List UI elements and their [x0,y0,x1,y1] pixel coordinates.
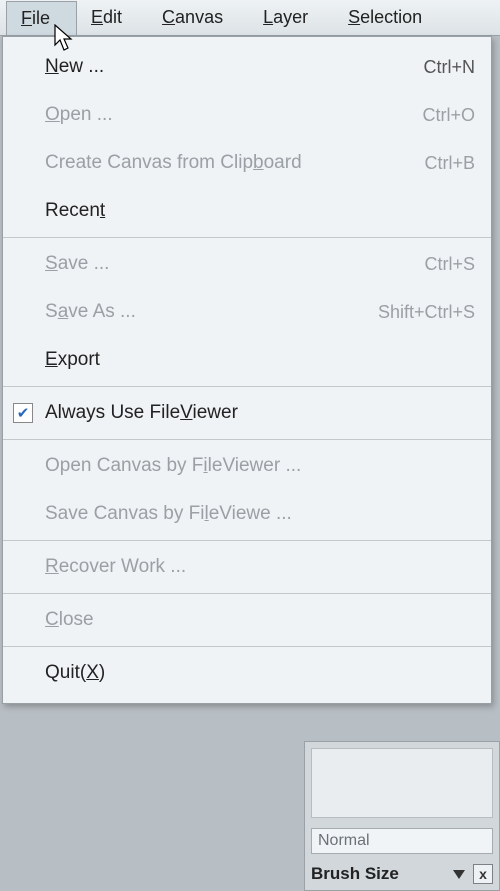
menuitem-open[interactable]: Open ... Ctrl+O [3,91,491,139]
brush-size-label: Brush Size [311,864,399,884]
shortcut-save-as: Shift+Ctrl+S [358,302,475,323]
file-dropdown: New ... Ctrl+N Open ... Ctrl+O Create Ca… [2,36,492,704]
menuitem-close[interactable]: Close [3,596,491,644]
separator [3,540,491,541]
menu-canvas[interactable]: Canvas [148,1,249,34]
menu-file-post: ile [32,8,50,28]
menuitem-save-as[interactable]: Save As ... Shift+Ctrl+S [3,288,491,336]
menuitem-new[interactable]: New ... Ctrl+N [3,43,491,91]
menu-selection[interactable]: Selection [334,1,448,34]
separator [3,386,491,387]
shortcut-clipboard: Ctrl+B [404,153,475,174]
menubar: File Edit Canvas Layer Selection [0,0,500,36]
menuitem-recent[interactable]: Recent [3,187,491,235]
blend-mode-select[interactable]: Normal [311,828,493,854]
brush-panel: Normal Brush Size x [304,741,500,891]
menuitem-open-by-fileviewer[interactable]: Open Canvas by FileViewer ... [3,442,491,490]
menuitem-always-fileviewer[interactable]: ✔ Always Use FileViewer [3,389,491,437]
separator [3,593,491,594]
separator [3,439,491,440]
blend-mode-value: Normal [318,832,370,850]
close-button[interactable]: x [473,864,493,884]
menuitem-recover-work[interactable]: Recover Work ... [3,543,491,591]
menu-layer[interactable]: Layer [249,1,334,34]
menu-file-accel: F [21,8,32,28]
brush-preview [311,748,493,818]
shortcut-open: Ctrl+O [402,105,475,126]
menuitem-export[interactable]: Export [3,336,491,384]
close-icon: x [479,866,487,882]
separator [3,237,491,238]
menuitem-create-from-clipboard[interactable]: Create Canvas from Clipboard Ctrl+B [3,139,491,187]
menuitem-save-by-fileviewer[interactable]: Save Canvas by FileViewe ... [3,490,491,538]
shortcut-new: Ctrl+N [403,57,475,78]
menuitem-quit[interactable]: Quit(X) [3,649,491,697]
menu-edit[interactable]: Edit [77,1,148,34]
menuitem-save[interactable]: Save ... Ctrl+S [3,240,491,288]
checkbox-icon: ✔ [13,403,33,423]
menu-file[interactable]: File [6,1,77,35]
dropdown-triangle-icon[interactable] [453,870,465,879]
separator [3,646,491,647]
shortcut-save: Ctrl+S [404,254,475,275]
